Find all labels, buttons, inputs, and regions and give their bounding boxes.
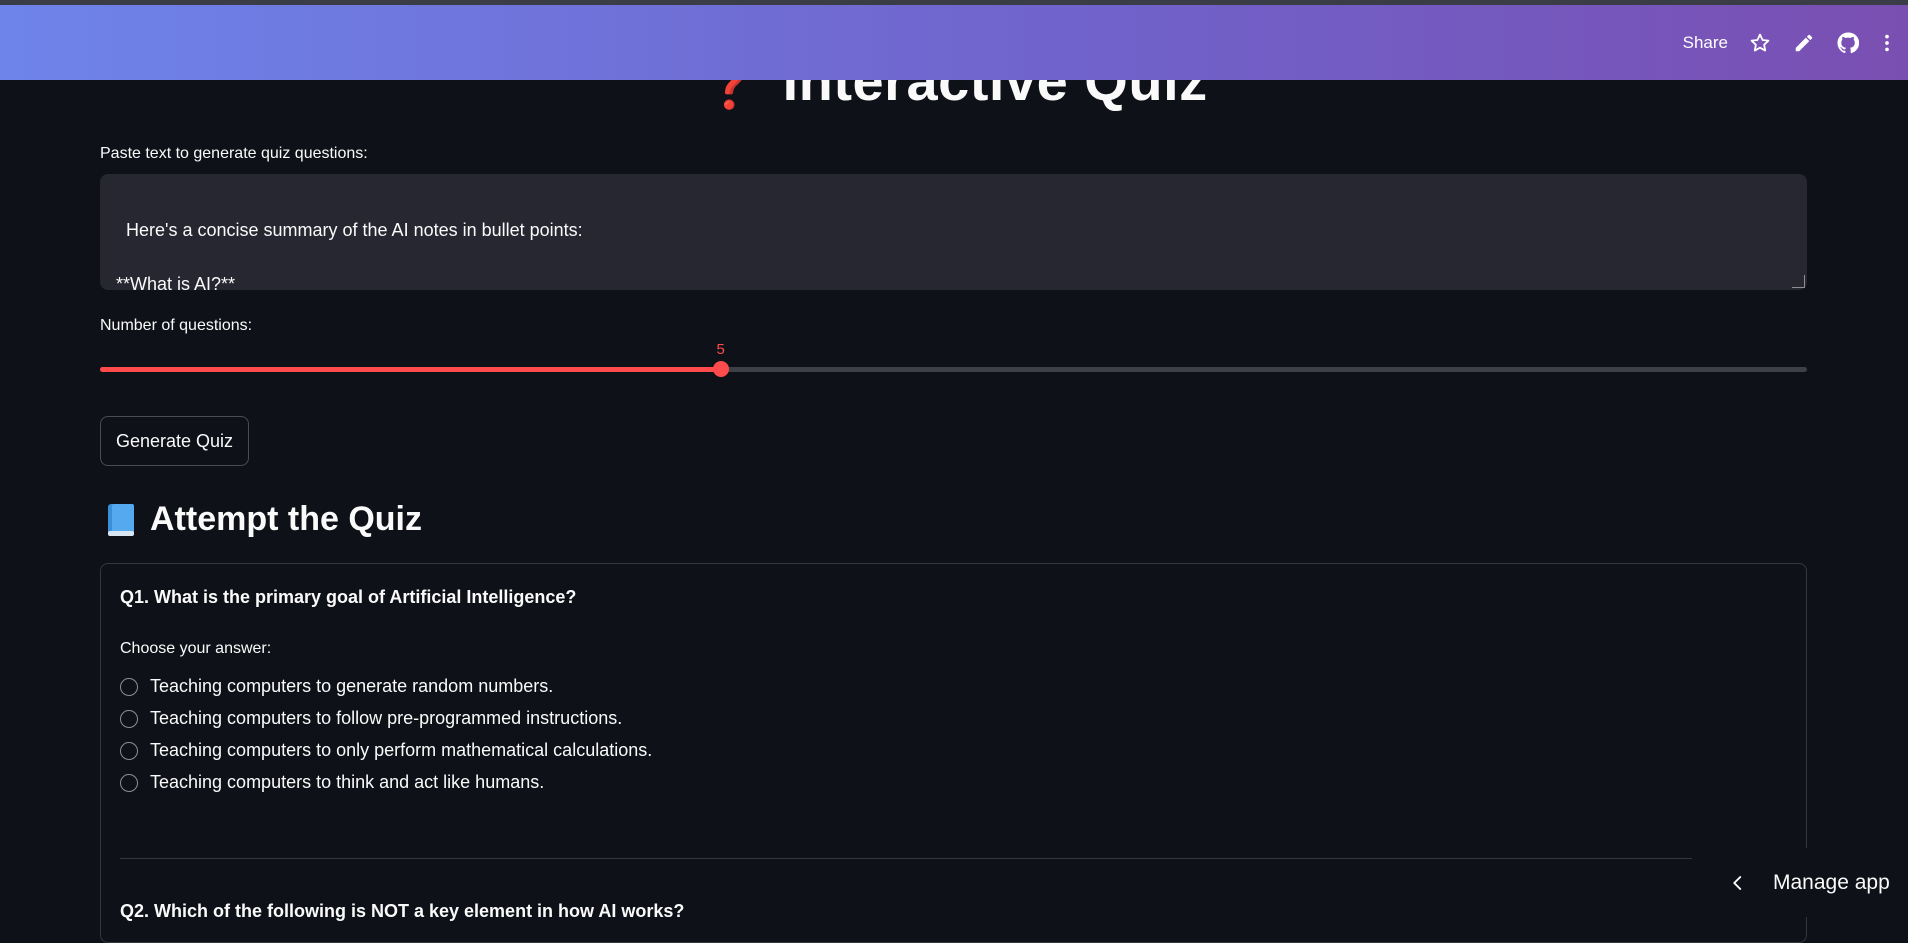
manage-app-label: Manage app xyxy=(1773,870,1890,894)
quiz-container: Q1. What is the primary goal of Artifici… xyxy=(100,563,1807,943)
option-label: Teaching computers to follow pre-program… xyxy=(150,708,623,728)
manage-app-button[interactable]: Manage app xyxy=(1707,848,1908,917)
radio-button[interactable] xyxy=(120,709,138,728)
blue-book-icon xyxy=(106,503,136,537)
quiz-source-textarea[interactable]: Here's a concise summary of the AI notes… xyxy=(100,174,1807,294)
question-count-slider[interactable] xyxy=(100,361,1807,377)
slider-fill xyxy=(100,367,721,372)
question-divider xyxy=(120,858,1692,859)
resize-handle-icon[interactable] xyxy=(1792,275,1805,288)
question-2-title: Q2. Which of the following is NOT a key … xyxy=(120,901,685,921)
answer-option-4[interactable]: Teaching computers to think and act like… xyxy=(120,772,544,793)
app-header: Share xyxy=(0,5,1908,80)
header-actions: Share xyxy=(1683,5,1908,80)
pencil-icon[interactable] xyxy=(1792,31,1816,55)
radio-button[interactable] xyxy=(120,677,138,696)
generate-quiz-button[interactable]: Generate Quiz xyxy=(100,416,249,466)
option-label: Teaching computers to think and act like… xyxy=(150,772,545,792)
share-button[interactable]: Share xyxy=(1683,33,1728,53)
option-label: Teaching computers to generate random nu… xyxy=(150,676,554,696)
section-heading: Attempt the Quiz xyxy=(106,500,422,539)
slider-value: 5 xyxy=(716,341,725,358)
textarea-content: Here's a concise summary of the AI notes… xyxy=(116,220,583,294)
answer-option-1[interactable]: Teaching computers to generate random nu… xyxy=(120,676,553,697)
star-icon[interactable] xyxy=(1748,31,1772,55)
github-icon[interactable] xyxy=(1836,31,1860,55)
answer-option-2[interactable]: Teaching computers to follow pre-program… xyxy=(120,708,622,729)
slider-label: Number of questions: xyxy=(100,317,253,334)
more-vertical-icon[interactable] xyxy=(1880,31,1894,55)
section-title: Attempt the Quiz xyxy=(150,500,422,538)
radio-button[interactable] xyxy=(120,741,138,760)
answer-option-3[interactable]: Teaching computers to only perform mathe… xyxy=(120,740,652,761)
text-input-label: Paste text to generate quiz questions: xyxy=(100,145,368,162)
radio-button[interactable] xyxy=(120,773,138,792)
chevron-left-icon xyxy=(1733,875,1742,890)
slider-thumb[interactable] xyxy=(712,361,729,377)
option-label: Teaching computers to only perform mathe… xyxy=(150,740,653,760)
question-1-title: Q1. What is the primary goal of Artifici… xyxy=(120,587,577,607)
answer-prompt: Choose your answer: xyxy=(120,640,272,657)
